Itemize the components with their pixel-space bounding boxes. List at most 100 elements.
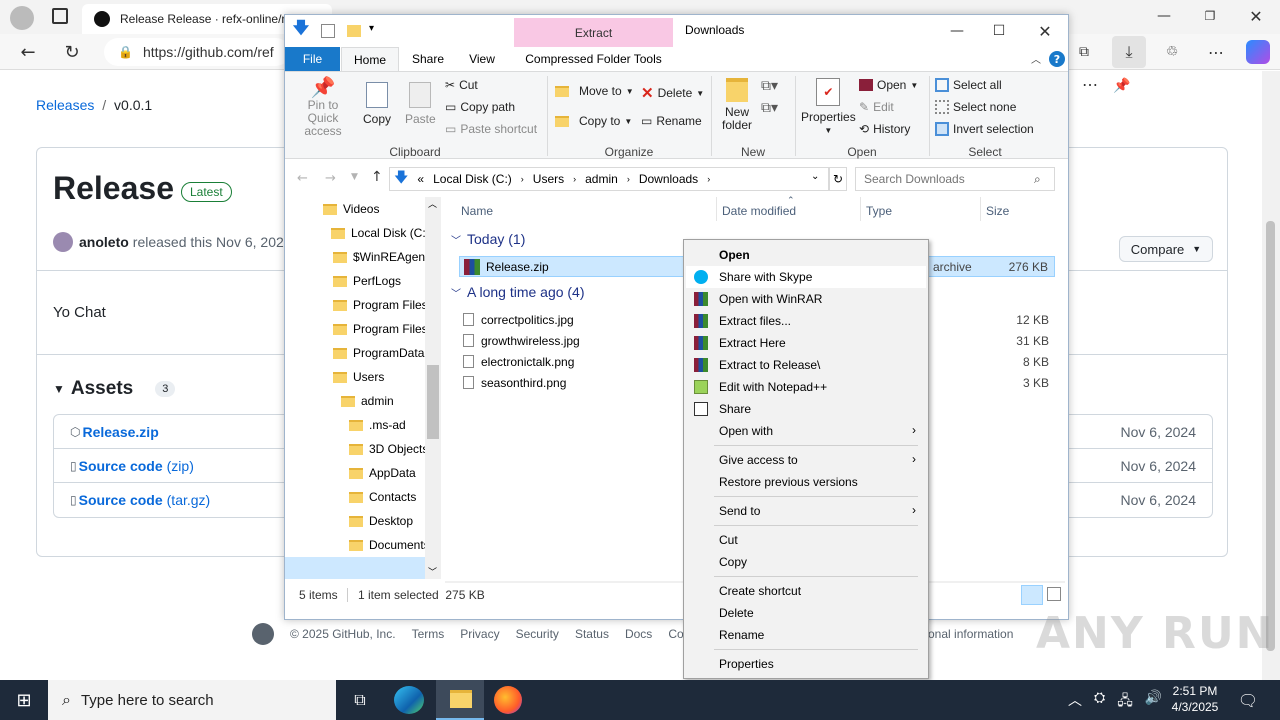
address-bar[interactable]: 🔒 https://github.com/ref xyxy=(104,38,290,66)
group-old[interactable]: ﹀ A long time ago (4) xyxy=(451,284,585,300)
column-name[interactable]: Name xyxy=(461,204,493,218)
delete-button[interactable]: ✕ Delete ▼ xyxy=(641,84,704,102)
refresh-icon[interactable]: ↻ xyxy=(829,167,847,191)
copy-path-button[interactable]: ▭ Copy path xyxy=(445,100,515,114)
menu-item-delete[interactable]: Delete xyxy=(686,602,926,624)
menu-item-edit-with-notepad[interactable]: Edit with Notepad++ xyxy=(686,376,926,398)
new-folder-button[interactable]: New folder xyxy=(719,78,755,132)
tab-share[interactable]: Share xyxy=(403,47,453,71)
author-avatar[interactable] xyxy=(53,232,73,252)
quick-access-down-arrow-icon[interactable]: 🡇 xyxy=(293,18,309,38)
footer-trailing[interactable]: onal information xyxy=(928,627,1013,641)
properties-qat-icon[interactable] xyxy=(321,24,335,38)
restore-icon[interactable]: ❐ xyxy=(1198,6,1222,26)
edge-icon[interactable] xyxy=(394,686,424,714)
menu-item-properties[interactable]: Properties xyxy=(686,653,926,675)
menu-item-extract-here[interactable]: Extract Here xyxy=(686,332,926,354)
extensions-icon[interactable]: ♲ xyxy=(1160,40,1184,64)
rename-button[interactable]: ▭ Rename xyxy=(641,114,702,128)
copilot-icon[interactable] xyxy=(1246,40,1270,64)
tab-compressed-folder-tools[interactable]: Compressed Folder Tools xyxy=(514,47,673,71)
column-divider[interactable] xyxy=(980,197,981,221)
nav-item[interactable]: Program Files xyxy=(285,293,441,317)
new-folder-qat-icon[interactable] xyxy=(347,25,361,37)
explorer-maximize-icon[interactable]: ☐ xyxy=(987,21,1011,41)
history-button[interactable]: ⟲ History xyxy=(859,122,910,136)
back-icon[interactable]: ← xyxy=(16,40,40,64)
footer-link[interactable]: Docs xyxy=(625,627,652,641)
nav-item[interactable]: PerfLogs xyxy=(285,269,441,293)
nav-scrollbar-thumb[interactable] xyxy=(427,365,439,439)
path-segment[interactable]: Users xyxy=(533,172,564,186)
menu-item-open[interactable]: Open xyxy=(686,244,926,266)
paste-button[interactable]: Paste xyxy=(405,82,436,126)
asset-link[interactable]: Source code xyxy=(79,458,163,474)
menu-item-share-with-skype[interactable]: Share with Skype xyxy=(686,266,926,288)
extract-contextual-tab[interactable]: Extract xyxy=(514,18,673,47)
footer-link[interactable]: Status xyxy=(575,627,609,641)
nav-item[interactable]: .ms-ad xyxy=(285,413,441,437)
page-more-icon[interactable]: ⋯ xyxy=(1078,73,1102,97)
scroll-down-icon[interactable]: ﹀ xyxy=(428,565,437,578)
paste-shortcut-button[interactable]: ▭ Paste shortcut xyxy=(445,122,537,136)
menu-item-open-with-winrar[interactable]: Open with WinRAR xyxy=(686,288,926,310)
recent-dropdown-icon[interactable]: ▼ xyxy=(351,172,358,182)
taskbar-search[interactable]: ⌕ Type here to search xyxy=(48,680,336,720)
nav-item[interactable]: Documents xyxy=(285,533,441,557)
select-all-button[interactable]: Select all xyxy=(935,78,1002,92)
tray-device-icon[interactable]: ⛭ xyxy=(1094,690,1105,714)
page-scrollbar[interactable] xyxy=(1262,71,1280,680)
menu-item-send-to[interactable]: Send to › xyxy=(686,500,926,522)
clock[interactable]: 2:51 PM 4/3/2025 xyxy=(1164,683,1226,715)
nav-item[interactable]: Local Disk (C:) xyxy=(285,221,441,245)
path-segment[interactable]: Downloads xyxy=(639,172,698,186)
up-arrow-icon[interactable]: ↑ xyxy=(371,169,383,185)
qat-dropdown-icon[interactable]: ▾ xyxy=(369,23,374,34)
column-size[interactable]: Size xyxy=(986,204,1009,218)
new-item-icon[interactable]: ⧉▾ xyxy=(761,78,778,94)
nav-item[interactable]: Videos xyxy=(285,197,441,221)
nav-item[interactable]: Contacts xyxy=(285,485,441,509)
compare-button[interactable]: Compare ▼ xyxy=(1119,236,1213,262)
menu-item-extract-files[interactable]: Extract files... xyxy=(686,310,926,332)
path-segment[interactable]: Local Disk (C:) xyxy=(433,172,512,186)
menu-item-copy[interactable]: Copy xyxy=(686,551,926,573)
scroll-up-icon[interactable]: ︿ xyxy=(428,197,437,210)
menu-item-restore-previous-versions[interactable]: Restore previous versions xyxy=(686,471,926,493)
menu-item-extract-to-release[interactable]: Extract to Release\ xyxy=(686,354,926,376)
tab-file[interactable]: File xyxy=(285,47,340,71)
footer-link[interactable]: Security xyxy=(516,627,559,641)
scrollbar-thumb[interactable] xyxy=(1266,221,1275,651)
cut-button[interactable]: ✂ Cut xyxy=(445,78,478,92)
copy-to-button[interactable]: Copy to ▼ xyxy=(555,114,632,128)
nav-item[interactable]: Program Files xyxy=(285,317,441,341)
file-explorer-taskbar-button[interactable] xyxy=(436,680,484,720)
tray-chevron-icon[interactable]: ︿ xyxy=(1068,690,1082,714)
column-date-modified[interactable]: Date modified xyxy=(722,204,796,218)
nav-item[interactable]: 3D Objects xyxy=(285,437,441,461)
close-icon[interactable]: ✕ xyxy=(1244,6,1268,26)
firefox-icon[interactable] xyxy=(494,686,522,714)
open-button[interactable]: Open ▼ xyxy=(859,78,918,92)
assets-header[interactable]: ▼ Assets 3 xyxy=(53,378,176,400)
search-input[interactable] xyxy=(864,172,1034,186)
menu-item-share[interactable]: Share xyxy=(686,398,926,420)
profile-avatar-icon[interactable] xyxy=(10,6,34,30)
windows-start-icon[interactable]: ⊞ xyxy=(0,680,48,720)
breadcrumb-releases-link[interactable]: Releases xyxy=(36,97,94,113)
downloads-icon[interactable]: ⤓ xyxy=(1112,36,1146,68)
column-type[interactable]: Type xyxy=(866,204,892,218)
easy-access-icon[interactable]: ⧉▾ xyxy=(761,100,778,116)
properties-button[interactable]: ✔ Properties ▼ xyxy=(801,78,856,135)
footer-link[interactable]: Terms xyxy=(412,627,445,641)
tab-home[interactable]: Home xyxy=(341,47,399,71)
path-dropdown-icon[interactable]: ⌄ xyxy=(811,171,819,182)
path-bar[interactable]: 🡇 « Local Disk (C:) › Users › admin › Do… xyxy=(389,167,829,191)
help-icon[interactable]: ? xyxy=(1049,51,1065,67)
group-today[interactable]: ﹀ Today (1) xyxy=(451,231,525,247)
reload-icon[interactable]: ↻ xyxy=(60,40,84,64)
search-box[interactable]: ⌕ xyxy=(855,167,1055,191)
large-icons-view-icon[interactable] xyxy=(1047,587,1061,601)
github-logo-icon[interactable] xyxy=(252,623,274,645)
path-overflow[interactable]: « xyxy=(417,172,424,186)
